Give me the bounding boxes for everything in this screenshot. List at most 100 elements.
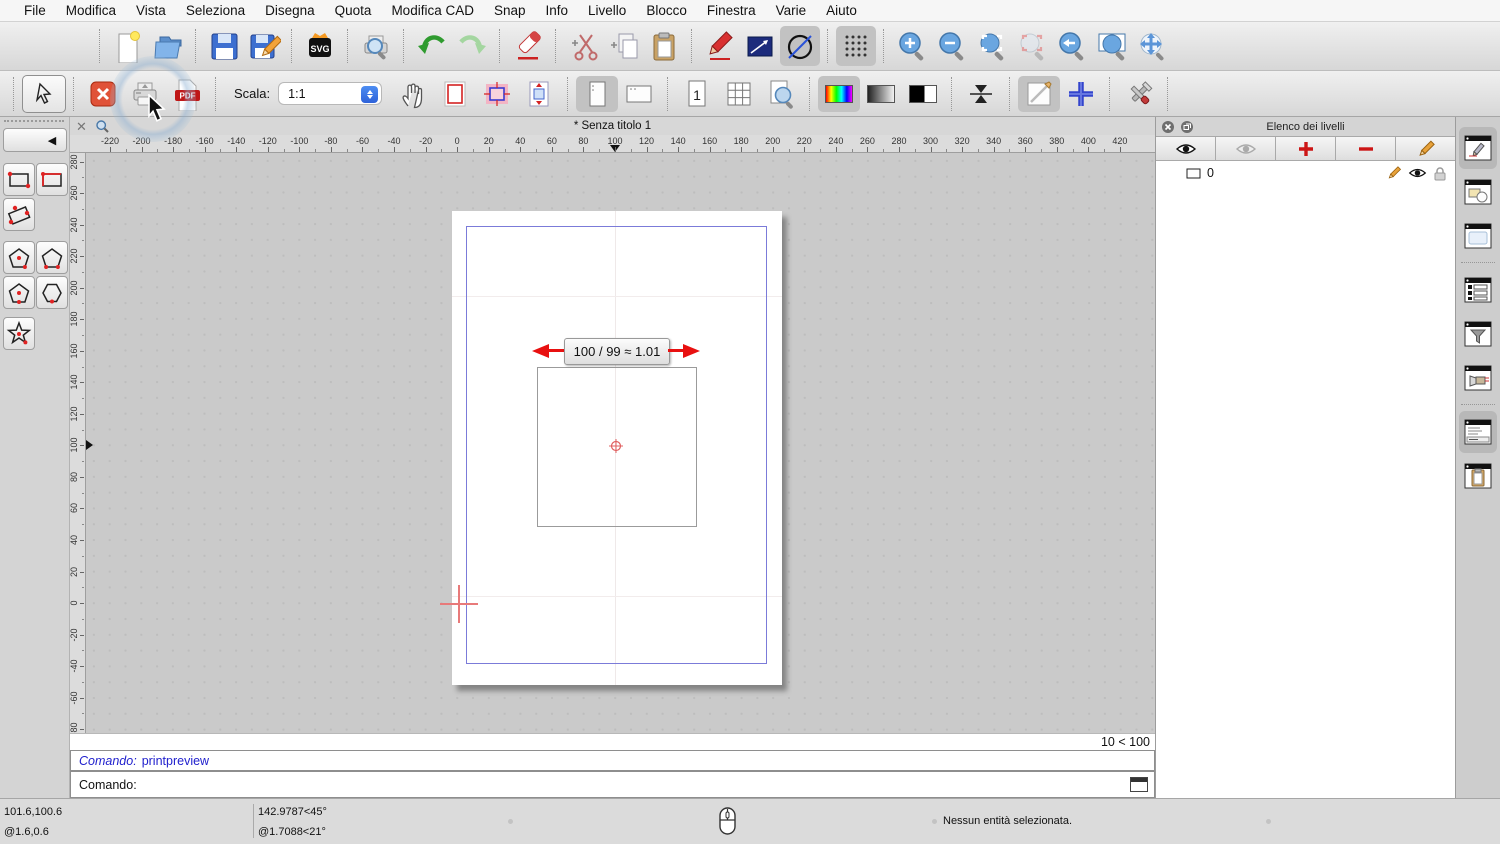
v-ruler-tick-label: 0 bbox=[70, 589, 79, 617]
toolbar-separator bbox=[99, 29, 101, 63]
new-document-button[interactable] bbox=[108, 26, 148, 66]
layer-row[interactable]: 0 bbox=[1156, 162, 1455, 184]
menu-item-varie[interactable]: Varie bbox=[766, 3, 817, 18]
pen-button[interactable] bbox=[700, 26, 740, 66]
angle-reference-button[interactable] bbox=[740, 26, 780, 66]
panel-float-icon[interactable] bbox=[1180, 120, 1194, 134]
paper-margins-button[interactable] bbox=[476, 76, 518, 112]
fit-vertical-button[interactable] bbox=[960, 76, 1002, 112]
polygon-center-tangent-tool[interactable] bbox=[3, 276, 35, 309]
dock-layer-list-button[interactable] bbox=[1459, 127, 1497, 169]
redo-button[interactable] bbox=[452, 26, 492, 66]
menu-item-modifica[interactable]: Modifica bbox=[56, 3, 126, 18]
star-tool[interactable] bbox=[3, 317, 35, 350]
vertical-ruler: 280260240220200180160140120100806040200-… bbox=[70, 153, 86, 733]
grid-toggle-button[interactable] bbox=[836, 26, 876, 66]
multi-page-button[interactable] bbox=[718, 76, 760, 112]
relative-coordinates: @1.6,0.6 bbox=[4, 826, 49, 838]
select-tool-button[interactable] bbox=[22, 75, 66, 113]
paste-button[interactable] bbox=[644, 26, 684, 66]
menu-item-seleziona[interactable]: Seleziona bbox=[176, 3, 255, 18]
dock-filter-button[interactable] bbox=[1459, 313, 1497, 355]
open-file-button[interactable] bbox=[148, 26, 188, 66]
save-as-button[interactable] bbox=[244, 26, 284, 66]
zoom-in-button[interactable] bbox=[892, 26, 932, 66]
export-pdf-button[interactable]: PDF bbox=[166, 76, 208, 112]
scale-select[interactable]: 1:1 bbox=[278, 82, 382, 105]
export-svg-button[interactable]: SVG bbox=[300, 26, 340, 66]
cut-button[interactable] bbox=[564, 26, 604, 66]
zoom-previous-button[interactable] bbox=[1052, 26, 1092, 66]
menu-item-info[interactable]: Info bbox=[536, 3, 579, 18]
zoom-out-button[interactable] bbox=[932, 26, 972, 66]
zoom-page-button[interactable] bbox=[760, 76, 802, 112]
blackwhite-mode-button[interactable] bbox=[902, 76, 944, 112]
menu-item-aiuto[interactable]: Aiuto bbox=[816, 3, 867, 18]
menu-item-modifica-cad[interactable]: Modifica CAD bbox=[381, 3, 484, 18]
zoom-selection-button[interactable] bbox=[1012, 26, 1052, 66]
menu-item-vista[interactable]: Vista bbox=[126, 3, 176, 18]
hide-all-layers-button[interactable] bbox=[1216, 137, 1276, 160]
print-button[interactable] bbox=[124, 76, 166, 112]
settings-button[interactable] bbox=[1118, 76, 1160, 112]
layer-visibility-eye-icon[interactable] bbox=[1408, 166, 1427, 180]
color-mode-button[interactable] bbox=[818, 76, 860, 112]
rectangle-2corner-tool[interactable] bbox=[3, 163, 35, 196]
layer-edit-pencil-icon[interactable] bbox=[1386, 165, 1402, 181]
menu-item-disegna[interactable]: Disegna bbox=[255, 3, 325, 18]
draft-mode-button[interactable] bbox=[1018, 76, 1060, 112]
polygon-2corner-tool[interactable] bbox=[36, 241, 68, 274]
dock-command-line-button[interactable] bbox=[1459, 411, 1497, 453]
menu-item-livello[interactable]: Livello bbox=[578, 3, 636, 18]
undo-button[interactable] bbox=[412, 26, 452, 66]
menu-item-blocco[interactable]: Blocco bbox=[636, 3, 697, 18]
dock-separator bbox=[1461, 404, 1495, 406]
v-ruler-tick-label: 120 bbox=[70, 400, 79, 428]
v-ruler-tick-label: 240 bbox=[70, 211, 79, 239]
dock-pen-palette-button[interactable] bbox=[1459, 357, 1497, 399]
landscape-button[interactable] bbox=[618, 76, 660, 112]
zoom-window-button[interactable] bbox=[1092, 26, 1132, 66]
isometric-toggle-button[interactable] bbox=[780, 26, 820, 66]
dock-clipboard-button[interactable] bbox=[1459, 455, 1497, 497]
h-ruler-tick-label: 240 bbox=[820, 136, 852, 146]
delete-button[interactable] bbox=[508, 26, 548, 66]
command-dock-icon[interactable] bbox=[1130, 777, 1148, 792]
back-button[interactable]: ◀ bbox=[3, 128, 67, 152]
copy-button[interactable] bbox=[604, 26, 644, 66]
pan-hand-button[interactable] bbox=[392, 76, 434, 112]
crosshair-button[interactable] bbox=[1060, 76, 1102, 112]
toolbar-drag-handle[interactable] bbox=[4, 120, 64, 122]
print-preview-button[interactable] bbox=[356, 26, 396, 66]
menu-item-file[interactable]: File bbox=[14, 3, 56, 18]
menu-item-snap[interactable]: Snap bbox=[484, 3, 536, 18]
menu-item-quota[interactable]: Quota bbox=[325, 3, 382, 18]
edit-layer-button[interactable] bbox=[1396, 137, 1455, 160]
absolute-polar-coordinates: 142.9787<45° bbox=[258, 806, 327, 818]
add-layer-button[interactable] bbox=[1276, 137, 1336, 160]
menu-item-finestra[interactable]: Finestra bbox=[697, 3, 766, 18]
rectangle-3point-tool[interactable] bbox=[3, 198, 35, 231]
command-input-line[interactable]: Comando: bbox=[70, 771, 1155, 798]
drawing-canvas[interactable]: 100 / 99 ≈ 1.01 bbox=[86, 153, 1155, 733]
layer-lock-icon[interactable] bbox=[1433, 166, 1447, 181]
polygon-center-corner-tool[interactable] bbox=[3, 241, 35, 274]
dock-block-list-button[interactable] bbox=[1459, 171, 1497, 213]
stepper-icon[interactable] bbox=[361, 86, 378, 103]
rectangle-size-tool[interactable] bbox=[36, 163, 68, 196]
remove-layer-button[interactable] bbox=[1336, 137, 1396, 160]
grayscale-mode-button[interactable] bbox=[860, 76, 902, 112]
show-all-layers-button[interactable] bbox=[1156, 137, 1216, 160]
close-preview-button[interactable] bbox=[82, 76, 124, 112]
fit-to-page-button[interactable] bbox=[518, 76, 560, 112]
single-page-button[interactable]: 1 bbox=[676, 76, 718, 112]
dock-library-browser-button[interactable] bbox=[1459, 215, 1497, 257]
paper-border-button[interactable] bbox=[434, 76, 476, 112]
portrait-button[interactable] bbox=[576, 76, 618, 112]
zoom-pan-button[interactable] bbox=[1132, 26, 1172, 66]
save-button[interactable] bbox=[204, 26, 244, 66]
hexagon-tool[interactable] bbox=[36, 276, 68, 309]
dock-entity-list-button[interactable] bbox=[1459, 269, 1497, 311]
panel-close-icon[interactable] bbox=[1161, 120, 1175, 134]
zoom-auto-button[interactable] bbox=[972, 26, 1012, 66]
